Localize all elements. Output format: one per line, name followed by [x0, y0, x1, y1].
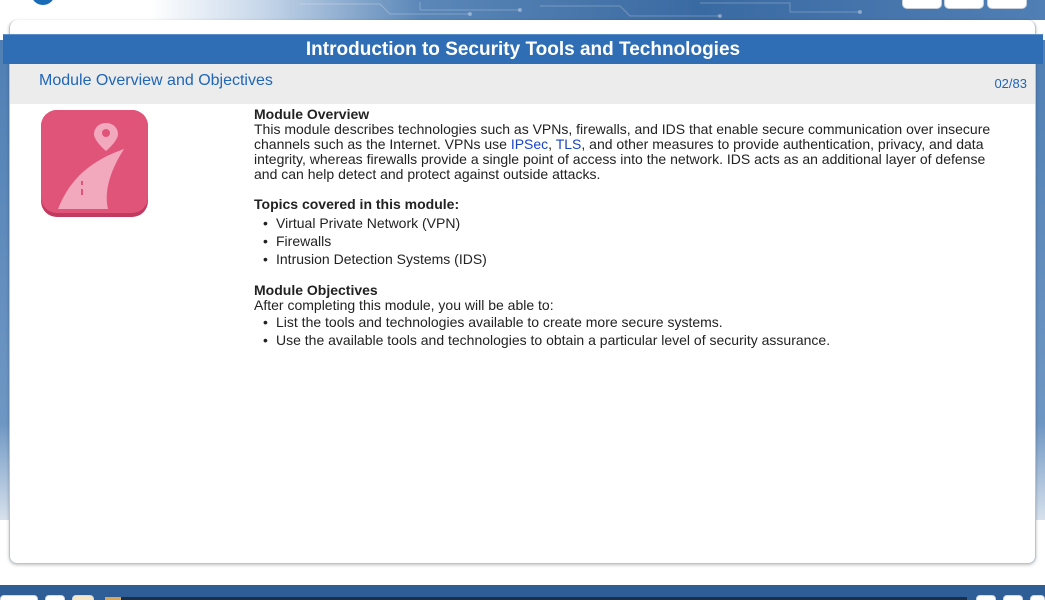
list-item: Virtual Private Network (VPN): [254, 214, 999, 232]
overview-paragraph: This module describes technologies such …: [254, 122, 999, 182]
circuit-pattern-decoration: [300, 2, 862, 18]
tls-link[interactable]: TLS: [556, 136, 582, 152]
top-menu-button-1[interactable]: [902, 0, 942, 9]
section-title: Module Overview and Objectives: [39, 72, 273, 89]
topics-heading: Topics covered in this module:: [254, 196, 460, 212]
list-item: Use the available tools and technologies…: [254, 331, 999, 349]
overview-separator: ,: [548, 136, 556, 152]
topics-list: Virtual Private Network (VPN) Firewalls …: [254, 214, 999, 268]
list-item: List the tools and technologies availabl…: [254, 313, 999, 331]
map-pin-road-icon: [40, 109, 149, 218]
next-button[interactable]: [1003, 595, 1023, 600]
left-side-decoration: [0, 40, 9, 520]
section-header: Module Overview and Objectives 02/83: [10, 64, 1035, 104]
exit-button[interactable]: [1030, 595, 1045, 600]
bottom-nav-bar: [0, 585, 1045, 600]
objectives-intro: After completing this module, you will b…: [254, 297, 554, 313]
overview-heading: Module Overview: [254, 106, 370, 122]
list-item: Intrusion Detection Systems (IDS): [254, 250, 999, 268]
previous-button[interactable]: [976, 595, 996, 600]
objectives-list: List the tools and technologies availabl…: [254, 313, 999, 349]
right-side-decoration: [1036, 40, 1045, 520]
nav-button-2[interactable]: [72, 595, 94, 600]
top-menu-button-3[interactable]: [987, 0, 1027, 9]
module-content: Module Overview This module describes te…: [254, 106, 999, 350]
ipsec-link[interactable]: IPSec: [511, 136, 548, 152]
top-banner: [0, 0, 1045, 20]
page-indicator: 02/83: [994, 76, 1027, 91]
menu-button[interactable]: [0, 595, 38, 600]
list-item: Firewalls: [254, 232, 999, 250]
objectives-heading: Module Objectives: [254, 282, 378, 298]
nav-button-1[interactable]: [45, 595, 65, 600]
page-title: Introduction to Security Tools and Techn…: [3, 34, 1043, 64]
top-menu-button-2[interactable]: [944, 0, 984, 9]
